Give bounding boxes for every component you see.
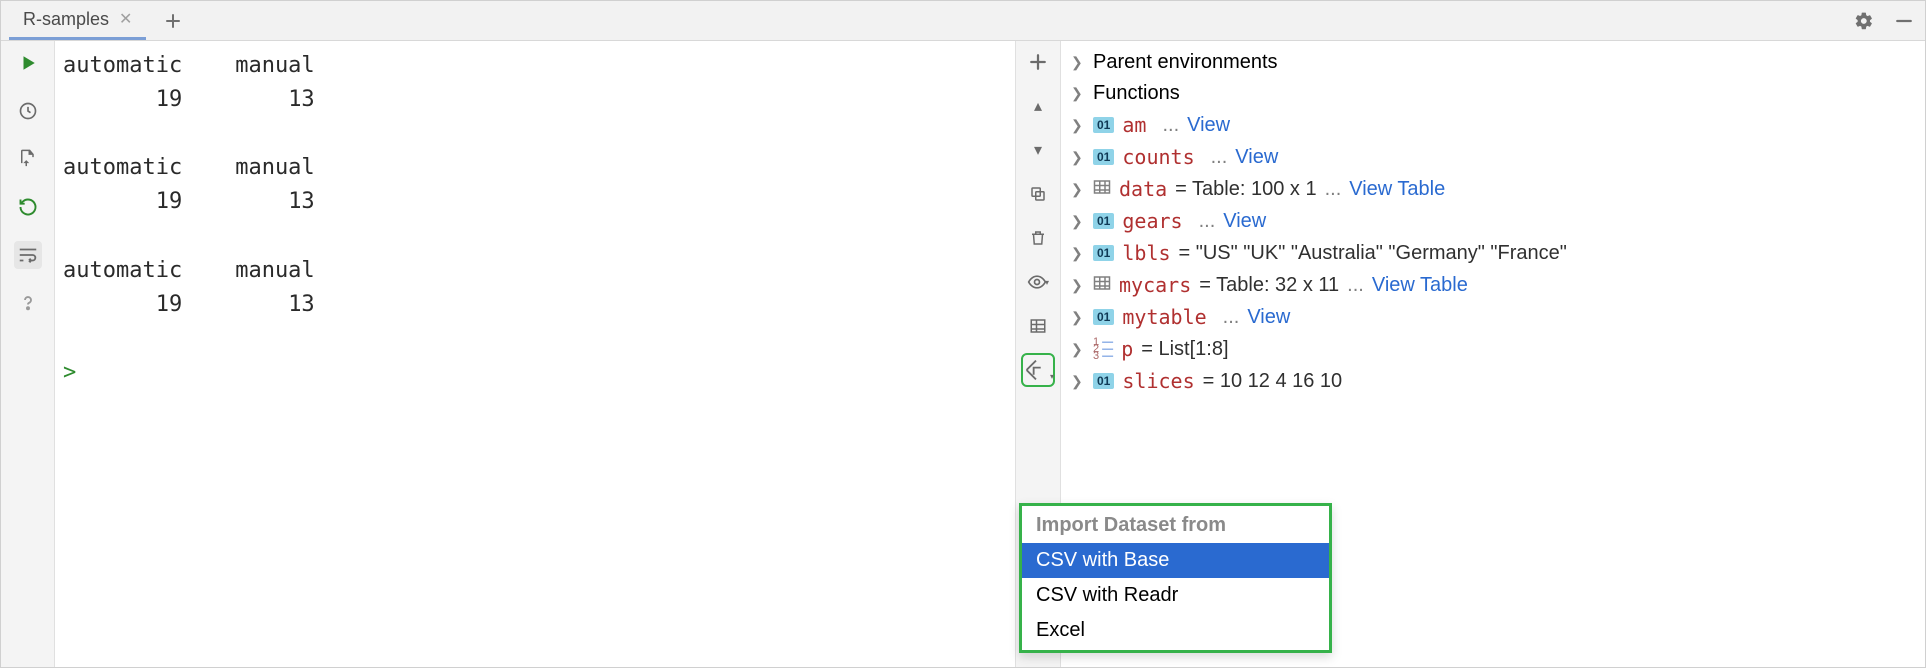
history-icon[interactable] bbox=[14, 97, 42, 125]
ellipsis: ... bbox=[1211, 146, 1228, 169]
minimize-icon[interactable] bbox=[1891, 8, 1917, 34]
table-badge-icon bbox=[1093, 274, 1111, 297]
trash-icon[interactable] bbox=[1025, 225, 1051, 251]
chevron-right-icon: ❯ bbox=[1071, 149, 1085, 166]
ellipsis: ... bbox=[1162, 114, 1179, 137]
close-tab-icon[interactable]: ✕ bbox=[119, 9, 132, 29]
chevron-right-icon: ❯ bbox=[1071, 181, 1085, 198]
menu-item-excel[interactable]: Excel bbox=[1022, 613, 1329, 648]
chevron-right-icon: ❯ bbox=[1071, 277, 1085, 294]
int-badge-icon: 01 bbox=[1093, 373, 1114, 389]
restart-icon[interactable] bbox=[14, 193, 42, 221]
int-badge-icon: 01 bbox=[1093, 149, 1114, 165]
variable-row[interactable]: ❯ 01 gears ... View bbox=[1071, 205, 1915, 237]
menu-item-csv-readr[interactable]: CSV with Readr bbox=[1022, 578, 1329, 613]
view-link[interactable]: View bbox=[1235, 146, 1278, 169]
ellipsis: ... bbox=[1325, 178, 1342, 201]
settings-icon[interactable] bbox=[1851, 8, 1877, 34]
variable-name: mytable bbox=[1122, 305, 1206, 329]
variable-name: lbls bbox=[1122, 241, 1170, 265]
variable-row[interactable]: ❯ 01 mytable ... View bbox=[1071, 301, 1915, 333]
functions-row[interactable]: ❯ Functions bbox=[1071, 78, 1915, 109]
int-badge-icon: 01 bbox=[1093, 245, 1114, 261]
variable-name: counts bbox=[1122, 145, 1194, 169]
variable-value: = "US" "UK" "Australia" "Germany" "Franc… bbox=[1179, 242, 1567, 265]
variable-row[interactable]: ❯ 01 am ... View bbox=[1071, 109, 1915, 141]
tab-label: R-samples bbox=[23, 9, 109, 30]
chevron-right-icon: ❯ bbox=[1071, 373, 1085, 390]
variable-name: data bbox=[1119, 177, 1167, 201]
console-line: automatic manual bbox=[63, 258, 315, 283]
variable-name: am bbox=[1122, 113, 1146, 137]
variable-name: p bbox=[1121, 337, 1133, 361]
variable-row[interactable]: ❯ data = Table: 100 x 1 ... View Table bbox=[1071, 173, 1915, 205]
parent-environments-row[interactable]: ❯ Parent environments bbox=[1071, 47, 1915, 78]
ellipsis: ... bbox=[1347, 274, 1364, 297]
chevron-right-icon: ❯ bbox=[1071, 309, 1085, 326]
variable-row[interactable]: ❯ 01 lbls = "US" "UK" "Australia" "German… bbox=[1071, 237, 1915, 269]
variable-row[interactable]: ❯ 01 slices = 10 12 4 16 10 bbox=[1071, 365, 1915, 397]
variable-value: = List[1:8] bbox=[1141, 338, 1228, 361]
variable-name: gears bbox=[1122, 209, 1182, 233]
chevron-right-icon: ❯ bbox=[1071, 85, 1085, 102]
int-badge-icon: 01 bbox=[1093, 213, 1114, 229]
variable-value: = Table: 32 x 11 bbox=[1199, 274, 1339, 297]
chevron-right-icon: ❯ bbox=[1071, 54, 1085, 71]
run-icon[interactable] bbox=[14, 49, 42, 77]
export-file-icon[interactable] bbox=[14, 145, 42, 173]
variable-row[interactable]: ❯ 01 counts ... View bbox=[1071, 141, 1915, 173]
import-dataset-icon[interactable]: ▾ bbox=[1025, 357, 1051, 383]
console-line: automatic manual bbox=[63, 53, 315, 78]
console-prompt[interactable]: > bbox=[63, 360, 76, 385]
copy-icon[interactable] bbox=[1025, 181, 1051, 207]
chevron-right-icon: ❯ bbox=[1071, 117, 1085, 134]
ellipsis: ... bbox=[1199, 210, 1216, 233]
arrow-up-icon[interactable]: ▴ bbox=[1025, 93, 1051, 119]
variable-row[interactable]: ❯ mycars = Table: 32 x 11 ... View Table bbox=[1071, 269, 1915, 301]
int-badge-icon: 01 bbox=[1093, 309, 1114, 325]
view-link[interactable]: View bbox=[1223, 210, 1266, 233]
view-link[interactable]: View Table bbox=[1349, 178, 1445, 201]
view-link[interactable]: View bbox=[1247, 306, 1290, 329]
variable-name: slices bbox=[1122, 369, 1194, 393]
chevron-right-icon: ❯ bbox=[1071, 213, 1085, 230]
chevron-right-icon: ❯ bbox=[1071, 245, 1085, 262]
import-dataset-menu: Import Dataset from CSV with Base CSV wi… bbox=[1019, 503, 1332, 653]
soft-wrap-icon[interactable] bbox=[14, 241, 42, 269]
int-badge-icon: 01 bbox=[1093, 117, 1114, 133]
view-link[interactable]: View Table bbox=[1372, 274, 1468, 297]
list-badge-icon: 1 —2 —3 — bbox=[1093, 339, 1113, 360]
add-tab-button[interactable] bbox=[160, 8, 186, 34]
variable-value: = Table: 100 x 1 bbox=[1175, 178, 1316, 201]
arrow-down-icon[interactable]: ▾ bbox=[1025, 137, 1051, 163]
add-icon[interactable] bbox=[1025, 49, 1051, 75]
variable-value: = 10 12 4 16 10 bbox=[1203, 370, 1343, 393]
table-icon[interactable] bbox=[1025, 313, 1051, 339]
ellipsis: ... bbox=[1223, 306, 1240, 329]
menu-item-csv-base[interactable]: CSV with Base bbox=[1022, 543, 1329, 578]
eye-icon[interactable]: ▾ bbox=[1025, 269, 1051, 295]
chevron-right-icon: ❯ bbox=[1071, 341, 1085, 358]
menu-header: Import Dataset from bbox=[1022, 508, 1329, 543]
table-badge-icon bbox=[1093, 178, 1111, 201]
console-output[interactable]: automatic manual 19 13 automatic manual … bbox=[55, 41, 1015, 667]
help-icon[interactable] bbox=[14, 289, 42, 317]
view-link[interactable]: View bbox=[1187, 114, 1230, 137]
variable-row[interactable]: ❯ 1 —2 —3 — p = List[1:8] bbox=[1071, 333, 1915, 365]
console-line: automatic manual bbox=[63, 155, 315, 180]
tab-bar: R-samples ✕ bbox=[1, 1, 1925, 41]
console-toolbar bbox=[1, 41, 55, 667]
variable-name: mycars bbox=[1119, 273, 1191, 297]
tab-r-samples[interactable]: R-samples ✕ bbox=[9, 1, 146, 40]
